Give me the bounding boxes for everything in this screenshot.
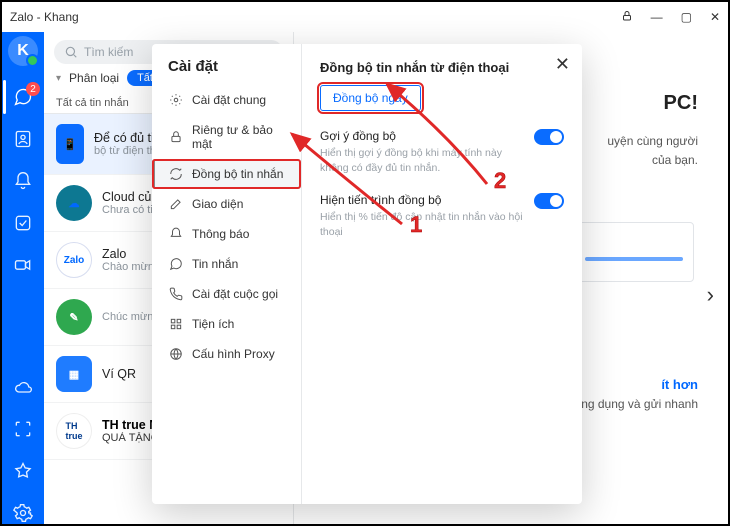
rail-contacts-icon[interactable] — [12, 128, 34, 150]
nav-util[interactable]: Tiện ích — [152, 309, 301, 339]
sync-heading: Đồng bộ tin nhắn từ điện thoại — [320, 60, 564, 75]
globe-icon — [169, 347, 183, 361]
sub-text: ứng dụng và gửi nhanh — [573, 397, 698, 411]
rail-bell-icon[interactable] — [12, 170, 34, 192]
rail-todo-icon[interactable] — [12, 212, 34, 234]
headline-lines: uyện cùng người của bạn. — [607, 132, 698, 170]
nav-message[interactable]: Tin nhắn — [152, 249, 301, 279]
nav-label: Tiện ích — [192, 317, 234, 331]
close-modal-button[interactable]: ✕ — [555, 54, 570, 75]
search-icon — [64, 45, 78, 59]
lock-icon — [169, 130, 183, 144]
qr-avatar-icon: ▦ — [56, 356, 92, 392]
nav-label: Riêng tư & bảo mật — [192, 123, 293, 151]
bell-icon — [169, 227, 183, 241]
nav-proxy[interactable]: Cấu hình Proxy — [152, 339, 301, 369]
opt2-desc: Hiển thị % tiến độ cập nhật tin nhắn vào… — [320, 210, 526, 239]
nav-label: Thông báo — [192, 227, 249, 241]
window-controls: — ▢ ✕ — [621, 10, 720, 25]
zalo-avatar-icon: Zalo — [56, 242, 92, 278]
rail-capture-icon[interactable] — [12, 418, 34, 440]
grid-icon — [169, 317, 183, 331]
headline-suffix: PC! — [664, 92, 698, 115]
edit-icon — [169, 197, 183, 211]
nav-label: Cài đặt cuộc gọi — [192, 287, 278, 301]
rail-video-icon[interactable] — [12, 254, 34, 276]
rail-settings-icon[interactable] — [12, 502, 34, 524]
sync-icon — [169, 167, 183, 181]
gear-icon — [169, 93, 183, 107]
opt2-title: Hiện tiến trình đồng bộ — [320, 193, 526, 207]
settings-nav: Cài đặt Cài đặt chung Riêng tư & bảo mật… — [152, 44, 302, 504]
window-title: Zalo - Khang — [10, 10, 79, 24]
avatar[interactable]: K — [8, 36, 38, 66]
settings-modal: Cài đặt Cài đặt chung Riêng tư & bảo mật… — [152, 44, 582, 504]
green-avatar-icon: ✎ — [56, 299, 92, 335]
th-avatar-icon: THtrue — [56, 413, 92, 449]
opt1-toggle[interactable] — [534, 129, 564, 145]
opt1-title: Gợi ý đồng bộ — [320, 129, 526, 143]
nav-theme[interactable]: Giao diện — [152, 189, 301, 219]
rail-star-icon[interactable] — [12, 460, 34, 482]
cloud-avatar-icon: ☁ — [56, 185, 92, 221]
line2: của bạn. — [607, 151, 698, 170]
nav-call[interactable]: Cài đặt cuộc gọi — [152, 279, 301, 309]
chat-icon — [169, 257, 183, 271]
rail-cloud-icon[interactable] — [12, 376, 34, 398]
nav-sync[interactable]: Đồng bộ tin nhắn — [152, 159, 301, 189]
rail-chat-icon[interactable]: 2 — [12, 86, 34, 108]
illustration — [574, 222, 694, 282]
minimize-button[interactable]: — — [651, 10, 663, 25]
lock-icon[interactable] — [621, 10, 633, 25]
nav-privacy[interactable]: Riêng tư & bảo mật — [152, 115, 301, 159]
settings-content: ✕ Đồng bộ tin nhắn từ điện thoại Đồng bộ… — [302, 44, 582, 504]
unread-badge: 2 — [26, 82, 40, 96]
less-link[interactable]: ít hơn — [661, 377, 698, 392]
avatar-letter: K — [17, 42, 29, 60]
titlebar: Zalo - Khang — ▢ ✕ — [2, 2, 728, 32]
nav-label: Đồng bộ tin nhắn — [192, 167, 283, 181]
filter-all-messages[interactable]: Tất cả tin nhắn — [56, 97, 129, 109]
maximize-button[interactable]: ▢ — [681, 10, 692, 25]
nav-notify[interactable]: Thông báo — [152, 219, 301, 249]
opt2-toggle[interactable] — [534, 193, 564, 209]
phone-icon — [169, 287, 183, 301]
nav-label: Giao diện — [192, 197, 243, 211]
close-window-button[interactable]: ✕ — [710, 10, 720, 25]
chevron-down-icon[interactable]: ▾ — [56, 73, 61, 84]
nav-label: Tin nhắn — [192, 257, 238, 271]
line1: uyện cùng người — [607, 132, 698, 151]
button-label: Đồng bộ ngay — [333, 91, 408, 105]
phone-icon: 📱 — [56, 124, 84, 164]
settings-title: Cài đặt — [168, 58, 301, 75]
nav-label: Cấu hình Proxy — [192, 347, 275, 361]
sync-now-button[interactable]: Đồng bộ ngay — [320, 85, 421, 111]
filter-label[interactable]: Phân loại — [69, 71, 119, 85]
search-placeholder: Tìm kiếm — [84, 45, 133, 59]
carousel-next-icon[interactable]: › — [707, 282, 714, 308]
nav-label: Cài đặt chung — [192, 93, 266, 107]
annotation-number-1: 1 — [410, 212, 422, 238]
nav-general[interactable]: Cài đặt chung — [152, 85, 301, 115]
nav-rail: K 2 — [2, 32, 44, 524]
annotation-number-2: 2 — [494, 168, 506, 194]
